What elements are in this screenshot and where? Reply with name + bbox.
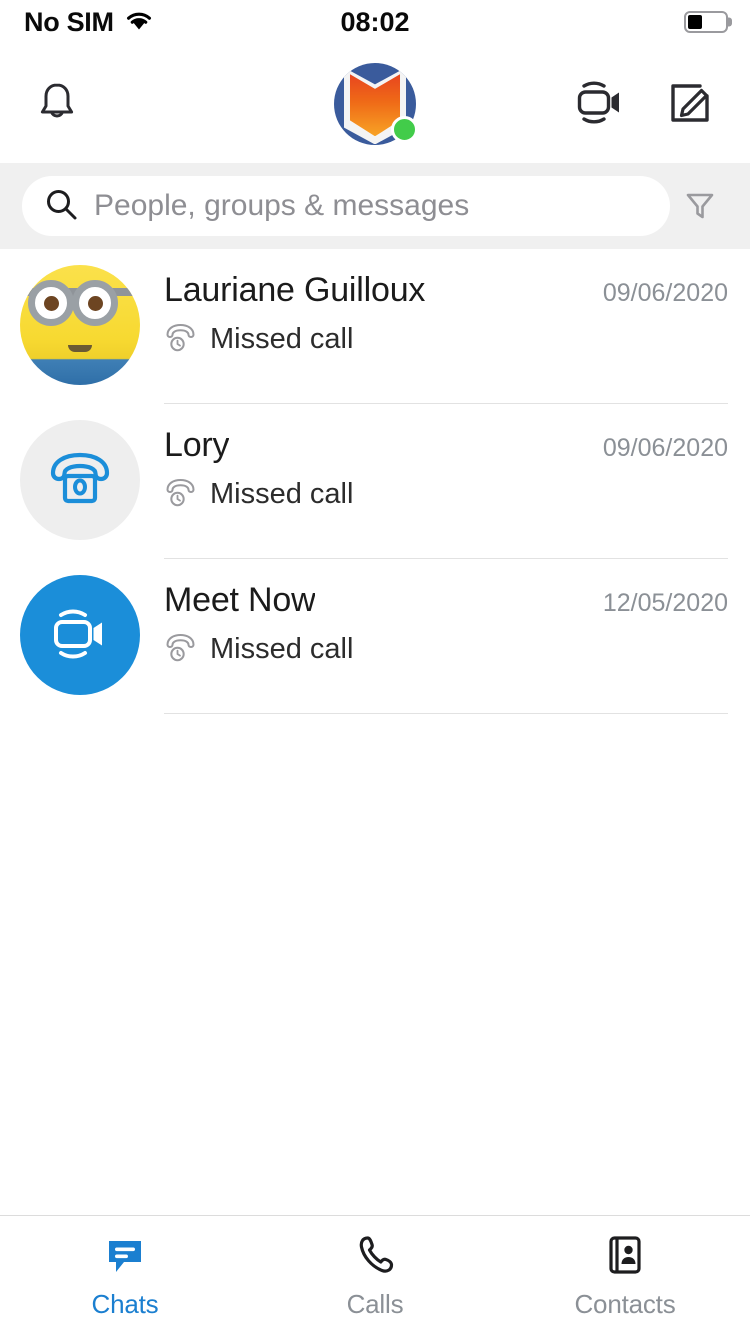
filter-button[interactable] <box>670 176 730 236</box>
conversation-name: Lauriane Guilloux <box>164 271 426 309</box>
missed-call-icon <box>164 632 198 667</box>
compose-pencil-icon <box>663 76 715 131</box>
avatar <box>20 420 140 540</box>
status-time: 08:02 <box>340 6 410 37</box>
conversation-preview: Missed call <box>164 322 728 357</box>
conversation-row[interactable]: Lauriane Guilloux 09/06/2020 Missed call <box>0 249 750 404</box>
search-icon <box>44 187 78 226</box>
conversation-date: 09/06/2020 <box>602 434 728 462</box>
conversation-row-body: Lory 09/06/2020 Missed call <box>164 420 728 559</box>
conversation-name: Meet Now <box>164 581 316 619</box>
status-bar: No SIM 08:02 <box>0 0 750 44</box>
meet-now-button[interactable] <box>568 73 630 135</box>
conversation-row-body: Lauriane Guilloux 09/06/2020 Missed call <box>164 265 728 404</box>
conversation-list: Lauriane Guilloux 09/06/2020 Missed call <box>0 249 750 1215</box>
conversation-row-header: Lory 09/06/2020 <box>164 426 728 465</box>
conversation-preview-text: Missed call <box>210 323 354 355</box>
tab-contacts-label: Contacts <box>574 1289 676 1319</box>
avatar <box>20 265 140 385</box>
tab-calls-label: Calls <box>346 1289 404 1319</box>
chat-bubble-icon <box>102 1230 148 1280</box>
desk-phone-icon <box>45 445 115 516</box>
conversation-name: Lory <box>164 426 230 464</box>
bottom-tab-bar: Chats Calls Contacts <box>0 1215 750 1334</box>
contact-book-icon <box>602 1230 648 1280</box>
desk-phone-avatar <box>20 420 140 540</box>
video-camera-icon <box>571 75 627 132</box>
missed-call-icon <box>164 477 198 512</box>
conversation-date: 09/06/2020 <box>602 279 728 307</box>
search-input[interactable] <box>94 189 648 223</box>
conversation-row-header: Meet Now 12/05/2020 <box>164 581 728 620</box>
header-actions <box>568 73 720 135</box>
filter-funnel-icon <box>683 188 717 225</box>
tab-contacts[interactable]: Contacts <box>500 1216 750 1334</box>
app-screen: No SIM 08:02 People, groups & messages L… <box>0 0 750 1334</box>
search-field-container[interactable] <box>22 176 670 236</box>
missed-call-icon <box>164 322 198 357</box>
notifications-button[interactable] <box>26 73 88 135</box>
conversation-preview-text: Missed call <box>210 478 354 510</box>
phone-handset-icon <box>352 1230 398 1280</box>
conversation-preview: Missed call <box>164 477 728 512</box>
status-bar-right <box>684 11 732 33</box>
presence-status-dot <box>391 115 418 143</box>
minion-photo-avatar <box>20 265 140 385</box>
meet-now-avatar <box>20 575 140 695</box>
tab-chats[interactable]: Chats <box>0 1216 250 1334</box>
tab-calls[interactable]: Calls <box>250 1216 500 1334</box>
battery-icon <box>684 11 732 33</box>
tab-chats-label: Chats <box>91 1289 159 1319</box>
conversation-preview-text: Missed call <box>210 633 354 665</box>
conversation-preview: Missed call <box>164 632 728 667</box>
conversation-row-body: Meet Now 12/05/2020 Missed call <box>164 575 728 714</box>
video-camera-icon <box>44 598 116 673</box>
conversation-row[interactable]: Lory 09/06/2020 Missed call <box>0 404 750 559</box>
search-bar-band <box>0 163 750 249</box>
profile-avatar[interactable] <box>334 62 418 145</box>
avatar <box>20 575 140 695</box>
bell-icon <box>36 79 78 128</box>
new-chat-button[interactable] <box>658 73 720 135</box>
conversation-row[interactable]: Meet Now 12/05/2020 Missed call <box>0 559 750 714</box>
conversation-date: 12/05/2020 <box>602 589 728 617</box>
app-header <box>0 44 750 163</box>
conversation-row-header: Lauriane Guilloux 09/06/2020 <box>164 271 728 310</box>
